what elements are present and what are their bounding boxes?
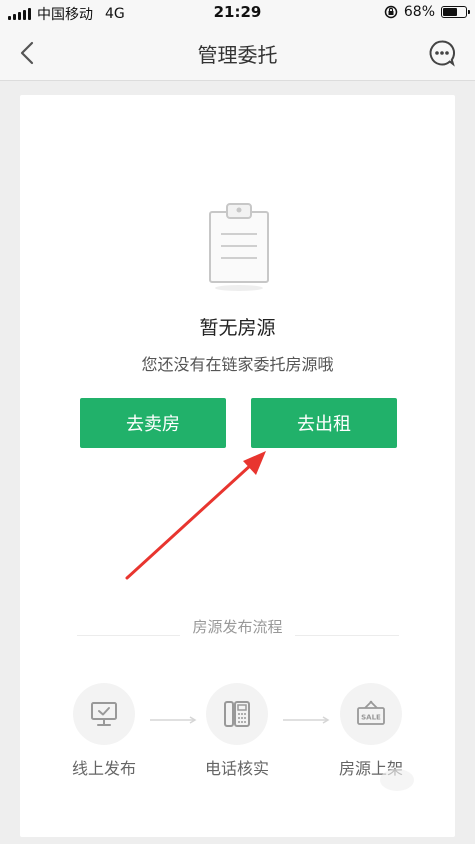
page-title: 管理委托 (197, 43, 278, 67)
battery-percent: 68% (403, 4, 435, 20)
chat-bubble-icon[interactable] (428, 39, 456, 67)
step-online-publish (73, 683, 135, 745)
step-label-phone-verify: 电话核实 (204, 759, 269, 778)
empty-title: 暂无房源 (199, 317, 276, 339)
step-connector (150, 716, 197, 724)
step-label-online-publish: 线上发布 (71, 759, 136, 778)
phone-icon (224, 701, 250, 727)
battery-icon (441, 6, 470, 18)
rotation-lock-icon (384, 5, 398, 19)
entrust-card: 暂无房源 您还没有在链家委托房源哦 去卖房 去出租 房源发布流程 SALE 线上… (20, 95, 455, 837)
status-bar: 中国移动 4G 21:29 68% (0, 0, 475, 26)
sell-house-button[interactable]: 去卖房 (80, 398, 226, 448)
process-title-text: 房源发布流程 (180, 618, 295, 636)
monitor-check-icon (91, 702, 117, 726)
step-listing-live: SALE (340, 683, 402, 745)
svg-text:SALE: SALE (361, 714, 381, 722)
nav-bar: 管理委托 (0, 26, 475, 81)
step-phone-verify (206, 683, 268, 745)
watermark-logo-icon (380, 769, 414, 791)
empty-subtitle: 您还没有在链家委托房源哦 (141, 355, 334, 374)
status-right: 68% (384, 4, 470, 20)
sale-sign-icon: SALE (357, 700, 385, 725)
step-connector (283, 716, 330, 724)
process-title: 房源发布流程 (20, 616, 455, 637)
rent-out-button[interactable]: 去出租 (251, 398, 397, 448)
clipboard-icon (209, 203, 269, 291)
